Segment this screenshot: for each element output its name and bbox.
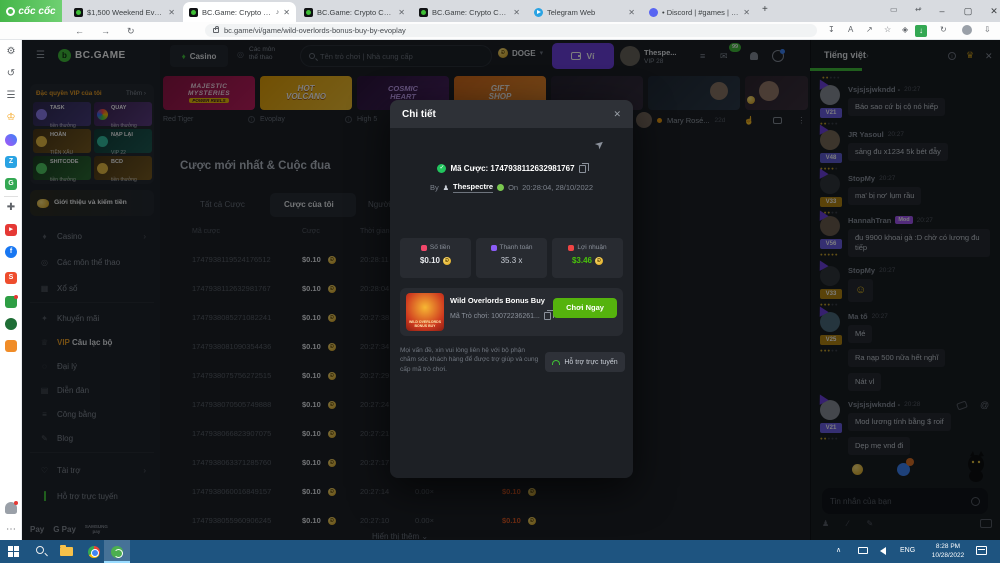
save-page-icon[interactable]: ↧	[828, 25, 835, 34]
browser-tab-telegram[interactable]: Telegram Web✕	[528, 2, 641, 22]
history-icon[interactable]: ↺	[0, 68, 22, 79]
games-icon[interactable]: G	[5, 178, 17, 190]
crown-icon[interactable]: ♔	[0, 112, 22, 123]
downloads-tray-icon[interactable]: ⇩	[984, 25, 991, 34]
coccoc-browser-logo[interactable]: cốc cốc	[0, 0, 62, 22]
bcgame-favicon	[419, 8, 428, 17]
facebook-icon[interactable]: f	[5, 246, 17, 258]
cart-icon[interactable]	[5, 340, 17, 352]
notification-dot	[14, 501, 18, 505]
frog-emoji	[497, 184, 504, 191]
support-help-text: Mọi vấn đề, xin vui lòng liên hệ với bộ …	[400, 346, 540, 374]
coccoc-taskbar-icon[interactable]	[111, 546, 123, 558]
window-close-button[interactable]: ✕	[982, 0, 1000, 22]
bcgame-favicon	[189, 8, 198, 17]
bet-id-row: ✓ Mã Cược: 1747938112632981767	[390, 164, 633, 173]
file-explorer-icon[interactable]	[60, 547, 73, 556]
browser-back-icon[interactable]: ←	[75, 26, 84, 36]
game-title: Wild Overlords Bonus Buy	[450, 296, 545, 305]
bcgame-favicon	[304, 8, 313, 17]
tab-close-icon[interactable]: ✕	[513, 8, 520, 17]
profit-icon	[568, 245, 574, 251]
gift-app-icon[interactable]	[5, 296, 17, 308]
tab-close-icon[interactable]: ✕	[628, 8, 635, 17]
copy-icon[interactable]	[579, 165, 586, 173]
stat-card-amount: Số tiền $0.10	[400, 238, 471, 278]
window-maximize-button[interactable]: ▢	[956, 0, 980, 22]
zalo-icon[interactable]: Z	[5, 156, 17, 168]
close-icon[interactable]: ✕	[613, 109, 621, 120]
messenger-icon[interactable]	[5, 134, 17, 146]
promo-app-icon[interactable]	[5, 318, 17, 330]
new-tab-button[interactable]: +	[762, 4, 768, 15]
browser-profile-avatar[interactable]	[962, 25, 972, 35]
browser-reload-icon[interactable]: ↻	[127, 26, 135, 37]
verified-icon: ✓	[437, 164, 446, 173]
adblock-shield-icon[interactable]: ◈	[902, 25, 908, 34]
speaker-icon[interactable]	[880, 547, 886, 555]
bookmark-star-icon[interactable]: ☆	[884, 25, 891, 34]
url-field[interactable]: bc.game/vi/game/wild-overlords-bonus-buy…	[205, 24, 817, 37]
settings-gear-icon[interactable]: ⚙	[0, 46, 22, 57]
chrome-icon[interactable]	[88, 546, 100, 558]
browser-tab-3[interactable]: BC.Game: Crypto Casino Gan✕	[298, 2, 411, 22]
modal-header: Chi tiết ✕	[390, 100, 633, 128]
share-page-icon[interactable]: ↗	[866, 25, 873, 34]
action-center-icon[interactable]	[976, 546, 987, 555]
tab-close-icon[interactable]: ✕	[283, 8, 290, 17]
lock-icon	[213, 28, 219, 33]
stat-card-profit: Lợi nhuận $3.46	[552, 238, 623, 278]
player-icon: ♟	[443, 184, 449, 192]
browser-forward-icon[interactable]: →	[101, 26, 110, 36]
payout-icon	[491, 245, 497, 251]
reading-mode-icon[interactable]: ▭	[890, 5, 898, 14]
start-button[interactable]	[8, 546, 19, 557]
back-to-app-icon[interactable]: ↫	[915, 5, 922, 14]
network-icon[interactable]	[858, 547, 868, 554]
live-support-button[interactable]: Hỗ trợ trực tuyến	[545, 352, 625, 372]
modal-title: Chi tiết	[402, 109, 436, 120]
telegram-favicon	[534, 8, 543, 17]
language-indicator[interactable]: ENG	[900, 547, 915, 554]
browser-tab-discord[interactable]: • Discord | #games | BC G✕	[643, 2, 756, 22]
amount-icon	[421, 245, 427, 251]
taskbar-search-icon[interactable]	[36, 546, 44, 554]
reading-list-icon[interactable]: ☰	[0, 90, 22, 101]
tray-chevron-icon[interactable]: ∧	[836, 546, 841, 554]
browser-tab-2-active[interactable]: BC.Game: Crypto Casino♪✕	[183, 2, 296, 22]
discord-favicon	[649, 8, 658, 17]
windows-taskbar	[0, 540, 1000, 563]
browser-tab-4[interactable]: BC.Game: Crypto Casino Gan✕	[413, 2, 526, 22]
more-options-icon[interactable]: ⋯	[0, 524, 22, 535]
coin-icon	[595, 257, 603, 265]
tab-close-icon[interactable]: ✕	[168, 8, 175, 17]
sync-icon[interactable]: ↻	[940, 25, 947, 34]
player-name[interactable]: Thespectre	[453, 182, 493, 193]
youtube-icon[interactable]: ▸	[5, 224, 17, 236]
coccoc-ring-icon	[6, 7, 15, 16]
notification-dot	[14, 295, 18, 299]
translate-icon[interactable]: A	[848, 25, 853, 34]
game-thumbnail[interactable]: WILD OVERLORDS BONUS BUY	[406, 293, 444, 331]
tab-close-icon[interactable]: ✕	[743, 8, 750, 17]
divider	[4, 196, 18, 197]
download-extension-icon[interactable]: ↓	[915, 25, 927, 37]
stat-card-payout: Thanh toán 35.3 x	[476, 238, 547, 278]
coin-icon	[443, 257, 451, 265]
game-info-card: WILD OVERLORDS BONUS BUY Wild Overlords …	[400, 288, 623, 336]
tab-close-icon[interactable]: ✕	[398, 8, 405, 17]
play-now-button[interactable]: Chơi Ngay	[553, 298, 617, 318]
copy-icon[interactable]	[544, 312, 551, 320]
shopee-icon[interactable]: S	[5, 272, 17, 284]
browser-tab-1[interactable]: $1,500 Weekend Evoplay Mu✕	[68, 2, 181, 22]
bet-author-row: By ♟ Thespectre On 20:28:04, 28/10/2022	[390, 182, 633, 193]
tab-audio-icon[interactable]: ♪	[276, 9, 280, 16]
taskbar-clock[interactable]: 8:28 PM10/28/2022	[920, 543, 976, 560]
add-shortcut-icon[interactable]: ✚	[0, 202, 22, 213]
window-minimize-button[interactable]: –	[930, 0, 954, 22]
bcgame-favicon	[74, 8, 83, 17]
headset-icon	[552, 360, 560, 365]
bell-icon[interactable]	[5, 502, 17, 514]
